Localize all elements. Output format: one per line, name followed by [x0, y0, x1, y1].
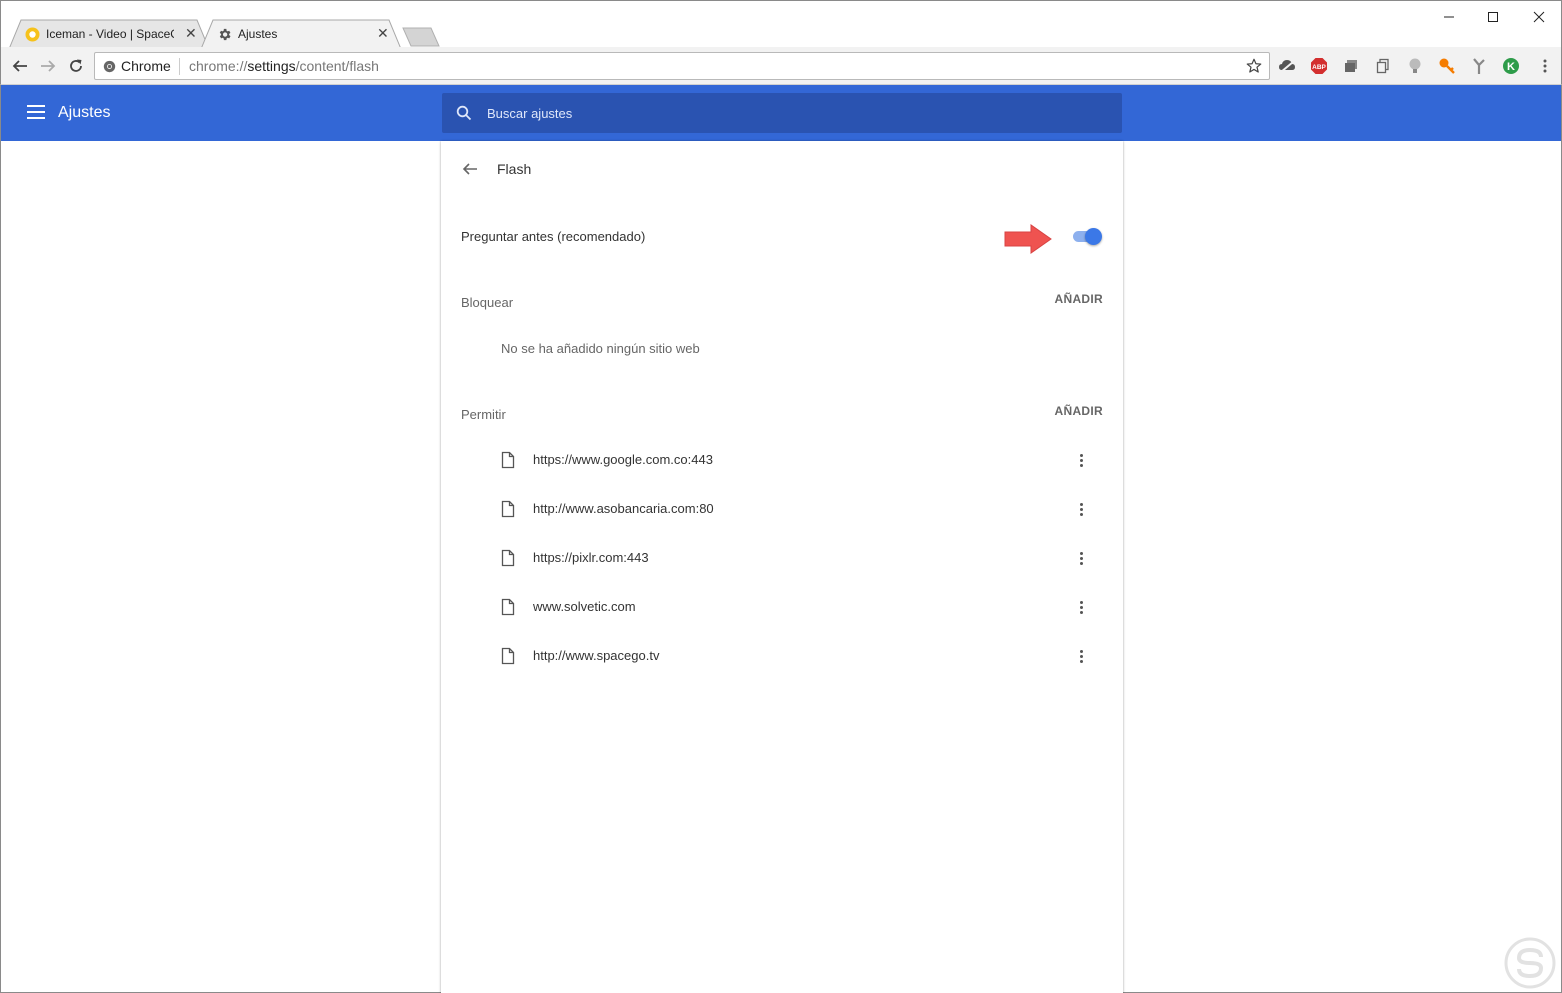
new-tab-button[interactable] — [401, 27, 441, 47]
search-icon — [456, 105, 472, 121]
copy-icon — [1376, 58, 1389, 74]
url-text[interactable]: chrome://settings/content/flash — [189, 58, 379, 74]
chrome-menu-button[interactable] — [1535, 56, 1555, 76]
omnibox-separator — [179, 58, 180, 75]
ask-first-label: Preguntar antes (recomendado) — [461, 229, 646, 244]
cloud-icon — [1279, 60, 1295, 73]
allowed-site-row[interactable]: https://pixlr.com:443 — [501, 544, 1103, 574]
title-bar: Iceman - Video | SpaceG ✕ Ajustes ✕ — [0, 0, 1562, 49]
key-icon — [1439, 58, 1455, 74]
red-pointer-arrow-icon — [1004, 224, 1052, 254]
more-actions-icon[interactable] — [1077, 597, 1085, 617]
url-path: /content/flash — [295, 58, 379, 74]
stack-extension[interactable] — [1341, 56, 1361, 76]
allow-add-button[interactable]: AÑADIR — [1055, 404, 1103, 418]
url-host: settings — [247, 58, 296, 74]
stack-icon — [1345, 60, 1357, 72]
forward-button[interactable] — [37, 55, 59, 77]
adblock-plus-extension[interactable]: ABP — [1309, 56, 1329, 76]
flash-settings-card: Flash Preguntar antes (recomendado) Bloq… — [441, 141, 1123, 993]
maximize-icon — [1488, 12, 1498, 22]
back-button[interactable] — [9, 55, 31, 77]
close-window-button[interactable] — [1527, 7, 1551, 27]
tab-close-icon[interactable]: ✕ — [185, 26, 197, 40]
forward-arrow-icon — [41, 60, 56, 72]
block-add-button[interactable]: AÑADIR — [1055, 292, 1103, 306]
branch-extension[interactable] — [1469, 56, 1489, 76]
page-icon — [501, 451, 515, 469]
hamburger-menu-icon[interactable] — [27, 105, 45, 119]
chrome-logo-icon — [103, 60, 116, 72]
adblock-badge-text: ABP — [1312, 64, 1326, 71]
k-icon: K — [1503, 58, 1519, 74]
allow-section-label: Permitir — [461, 407, 506, 422]
site-url: http://www.spacego.tv — [533, 648, 660, 663]
bulb-icon — [1409, 58, 1421, 73]
cloud-extension[interactable] — [1277, 56, 1297, 76]
branch-icon — [1473, 58, 1485, 74]
allowed-site-row[interactable]: http://www.spacego.tv — [501, 642, 1103, 672]
ask-first-toggle[interactable] — [1071, 228, 1103, 246]
more-actions-icon[interactable] — [1077, 646, 1085, 666]
settings-page: Flash Preguntar antes (recomendado) Bloq… — [0, 141, 1562, 993]
page-icon — [501, 598, 515, 616]
page-icon — [501, 549, 515, 567]
tab-iceman-video[interactable]: Iceman - Video | SpaceG ✕ — [9, 19, 209, 49]
allowed-site-row[interactable]: www.solvetic.com — [501, 593, 1103, 623]
more-actions-icon[interactable] — [1077, 548, 1085, 568]
k-badge-text: K — [1507, 61, 1515, 73]
page-title: Flash — [497, 161, 532, 177]
gear-icon — [219, 28, 231, 41]
site-url: www.solvetic.com — [533, 599, 636, 614]
block-section-label: Bloquear — [461, 295, 514, 310]
reload-icon — [70, 59, 82, 72]
minimize-button[interactable] — [1437, 7, 1461, 27]
minimize-icon — [1444, 16, 1454, 18]
allowed-site-row[interactable]: http://www.asobancaria.com:80 — [501, 495, 1103, 525]
back-arrow-icon — [12, 60, 27, 72]
more-actions-icon[interactable] — [1077, 499, 1085, 519]
more-vert-icon — [1543, 59, 1547, 73]
block-empty-text: No se ha añadido ningún sitio web — [501, 341, 700, 356]
address-bar[interactable]: Chrome chrome://settings/content/flash — [94, 52, 1270, 80]
site-url: http://www.asobancaria.com:80 — [533, 501, 714, 516]
copy-extension[interactable] — [1373, 56, 1393, 76]
solvetic-watermark-icon — [1504, 937, 1556, 989]
chip-label: Chrome — [121, 58, 171, 74]
allowed-site-row[interactable]: https://www.google.com.co:443 — [501, 446, 1103, 476]
search-settings-box[interactable] — [442, 93, 1122, 133]
tab-title: Iceman - Video | SpaceG — [46, 27, 174, 41]
site-url: https://pixlr.com:443 — [533, 550, 649, 565]
search-input[interactable] — [487, 93, 1087, 133]
url-scheme: chrome:// — [189, 58, 248, 74]
maximize-button[interactable] — [1481, 7, 1505, 27]
browser-toolbar: Chrome chrome://settings/content/flash A… — [0, 47, 1562, 85]
reload-button[interactable] — [65, 55, 87, 77]
page-icon — [501, 647, 515, 665]
bulb-extension[interactable] — [1405, 56, 1425, 76]
adblock-plus-icon: ABP — [1311, 58, 1327, 74]
back-arrow-icon[interactable] — [461, 160, 479, 178]
settings-title: Ajustes — [58, 104, 111, 121]
spacego-favicon-icon — [25, 27, 40, 42]
tab-title: Ajustes — [238, 27, 278, 41]
toggle-knob — [1085, 228, 1102, 245]
k-extension[interactable]: K — [1501, 56, 1521, 76]
bookmark-star-icon[interactable] — [1245, 57, 1263, 75]
tab-close-icon[interactable]: ✕ — [377, 26, 389, 40]
settings-header: Ajustes — [0, 85, 1562, 141]
more-actions-icon[interactable] — [1077, 450, 1085, 470]
tab-ajustes[interactable]: Ajustes ✕ — [201, 19, 401, 49]
key-extension[interactable] — [1437, 56, 1457, 76]
security-chip[interactable]: Chrome — [103, 58, 171, 74]
site-url: https://www.google.com.co:443 — [533, 452, 713, 467]
close-icon — [1533, 11, 1545, 23]
page-icon — [501, 500, 515, 518]
